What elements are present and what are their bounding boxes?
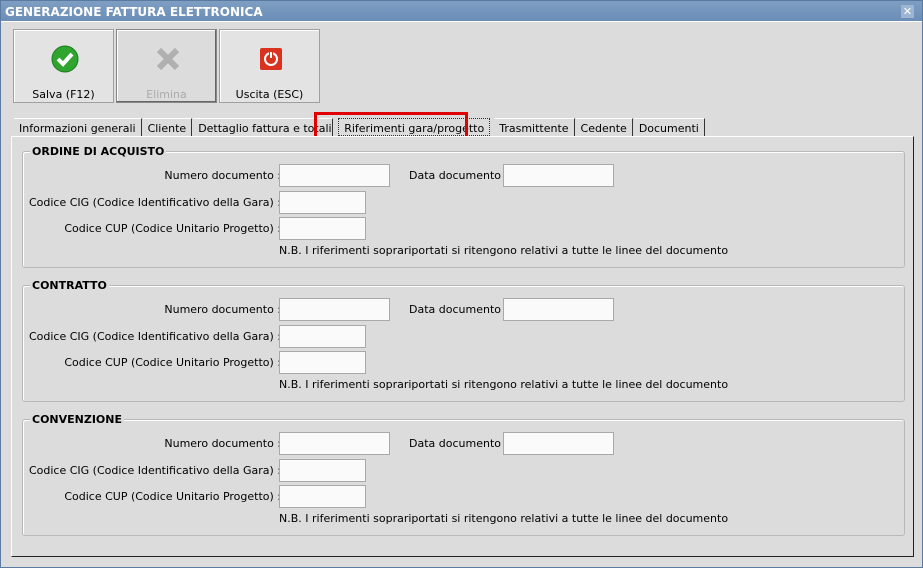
numero-label: Numero documento :: [164, 169, 281, 182]
data-documento-input[interactable]: [503, 432, 614, 455]
check-icon: [51, 45, 79, 73]
note-text: N.B. I riferimenti soprariportati si rit…: [279, 378, 729, 391]
delete-label: Elimina: [146, 88, 187, 101]
group-title: CONTRATTO: [30, 279, 109, 292]
reference-group: ORDINE DI ACQUISTO Numero documento : Da…: [22, 145, 905, 268]
numero-documento-input[interactable]: [279, 164, 390, 187]
delete-button[interactable]: Elimina: [116, 29, 217, 103]
window-title: GENERAZIONE FATTURA ELETTRONICA: [5, 5, 263, 19]
tab-cedente[interactable]: Cedente: [575, 118, 633, 136]
tab-dettaglio-fattura[interactable]: Dettaglio fattura e totali IVA: [193, 118, 334, 136]
reference-group: CONVENZIONE Numero documento : Data docu…: [22, 413, 905, 536]
tab-cliente[interactable]: Cliente: [142, 118, 193, 136]
data-documento-input[interactable]: [503, 164, 614, 187]
power-icon: [260, 48, 282, 70]
tab-documenti[interactable]: Documenti: [633, 118, 705, 136]
window: GENERAZIONE FATTURA ELETTRONICA ✕ Salva …: [0, 0, 923, 568]
numero-label: Numero documento :: [164, 303, 281, 316]
tab-trasmittente[interactable]: Trasmittente: [494, 118, 575, 136]
numero-label: Numero documento :: [164, 437, 281, 450]
codice-cig-input[interactable]: [279, 191, 366, 214]
title-bar: GENERAZIONE FATTURA ELETTRONICA ✕: [1, 1, 922, 22]
tab-informazioni-generali[interactable]: Informazioni generali: [14, 118, 142, 136]
codice-cup-input[interactable]: [279, 217, 366, 240]
cig-label: Codice CIG (Codice Identificativo della …: [28, 196, 281, 209]
cup-label: Codice CUP (Codice Unitario Progetto) :: [64, 222, 281, 235]
cig-label: Codice CIG (Codice Identificativo della …: [28, 464, 281, 477]
data-label: Data documento :: [409, 303, 509, 316]
exit-button[interactable]: Uscita (ESC): [219, 29, 320, 103]
exit-label: Uscita (ESC): [235, 88, 304, 101]
numero-documento-input[interactable]: [279, 432, 390, 455]
codice-cup-input[interactable]: [279, 485, 366, 508]
data-label: Data documento :: [409, 169, 509, 182]
codice-cig-input[interactable]: [279, 325, 366, 348]
tab-panel: ORDINE DI ACQUISTO Numero documento : Da…: [11, 136, 914, 557]
cig-label: Codice CIG (Codice Identificativo della …: [28, 330, 281, 343]
group-title: CONVENZIONE: [30, 413, 125, 426]
reference-group: CONTRATTO Numero documento : Data docume…: [22, 279, 905, 402]
save-label: Salva (F12): [32, 88, 95, 101]
cup-label: Codice CUP (Codice Unitario Progetto) :: [64, 356, 281, 369]
group-title: ORDINE DI ACQUISTO: [30, 145, 167, 158]
data-label: Data documento :: [409, 437, 509, 450]
note-text: N.B. I riferimenti soprariportati si rit…: [279, 244, 729, 257]
codice-cig-input[interactable]: [279, 459, 366, 482]
note-text: N.B. I riferimenti soprariportati si rit…: [279, 512, 729, 525]
close-icon[interactable]: ✕: [901, 5, 914, 18]
cup-label: Codice CUP (Codice Unitario Progetto) :: [64, 490, 281, 503]
delete-x-icon: [156, 47, 180, 71]
data-documento-input[interactable]: [503, 298, 614, 321]
save-button[interactable]: Salva (F12): [13, 29, 114, 103]
codice-cup-input[interactable]: [279, 351, 366, 374]
numero-documento-input[interactable]: [279, 298, 390, 321]
